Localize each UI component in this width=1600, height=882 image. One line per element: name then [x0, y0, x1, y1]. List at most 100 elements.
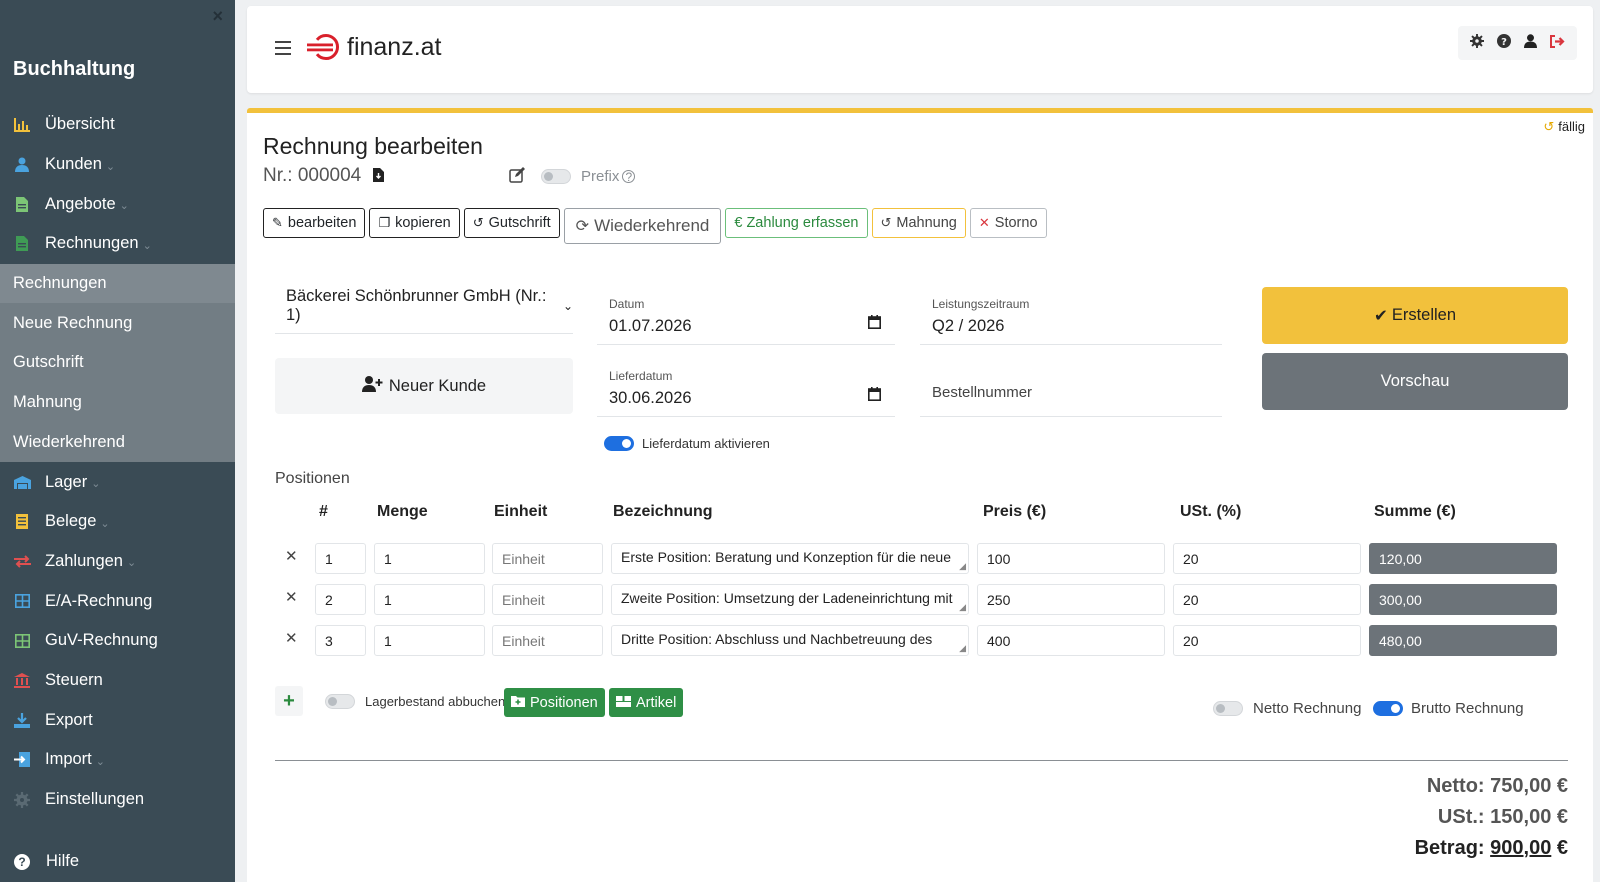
prefix-toggle[interactable] — [541, 169, 571, 184]
calendar-icon[interactable] — [868, 387, 881, 405]
vat-input[interactable]: 20 — [1173, 543, 1361, 574]
sidebar-subitem-mahnung[interactable]: Mahnung — [0, 382, 235, 423]
sidebar-item-zahlungen[interactable]: Zahlungen ⌄ — [0, 542, 235, 582]
sidebar-item-export[interactable]: Export — [0, 700, 235, 740]
sidebar-item-rechnungen[interactable]: Rechnungen ⌄ — [0, 224, 235, 264]
sidebar-item-kunden[interactable]: Kunden ⌄ — [0, 145, 235, 185]
sidebar-item-label: Belege — [45, 512, 97, 531]
recurring-button[interactable]: ⟳ Wiederkehrend — [563, 208, 722, 244]
help-icon[interactable]: ? — [1493, 34, 1515, 52]
positions-button[interactable]: Positionen — [504, 688, 605, 717]
sidebar-item-ea-rechnung[interactable]: E/A-Rechnung — [0, 581, 235, 621]
sidebar-item-label: Rechnungen — [45, 234, 139, 253]
copy-button[interactable]: ❐ kopieren — [369, 208, 460, 238]
date-field[interactable]: Datum 01.07.2026 — [597, 289, 895, 345]
delivery-date-field[interactable]: Lieferdatum 30.06.2026 — [597, 361, 895, 417]
date-label: Datum — [609, 297, 645, 311]
quantity-input[interactable]: 1 — [374, 543, 485, 574]
column-header-price: Preis (€) — [983, 503, 1047, 520]
sidebar-item-angebote[interactable]: Angebote ⌄ — [0, 184, 235, 224]
delivery-date-toggle[interactable] — [604, 436, 634, 451]
remove-row-icon[interactable]: ✕ — [285, 588, 298, 606]
top-header: finanz.at ? — [247, 6, 1593, 93]
resize-handle-icon[interactable]: ◢ — [959, 602, 966, 613]
netto-toggle[interactable] — [1213, 701, 1243, 716]
preview-button[interactable]: Vorschau — [1262, 353, 1568, 410]
calendar-icon[interactable] — [868, 315, 881, 333]
sidebar-item-lager[interactable]: Lager ⌄ — [0, 462, 235, 502]
unit-input[interactable]: Einheit — [492, 625, 603, 656]
vat-input[interactable]: 20 — [1173, 584, 1361, 615]
logo-mark-icon — [307, 33, 339, 61]
copy-label: kopieren — [395, 215, 451, 231]
sidebar-item-uebersicht[interactable]: Übersicht — [0, 105, 235, 145]
create-button[interactable]: ✔ Erstellen — [1262, 287, 1568, 344]
new-customer-button[interactable]: Neuer Kunde — [275, 358, 573, 414]
price-input[interactable]: 250 — [977, 584, 1165, 615]
position-nr-input[interactable]: 2 — [315, 584, 366, 615]
sidebar-item-guv-rechnung[interactable]: GuV-Rechnung — [0, 621, 235, 661]
sidebar-subitem-neue-rechnung[interactable]: Neue Rechnung — [0, 303, 235, 344]
add-position-button[interactable]: + — [275, 686, 303, 716]
position-nr-input[interactable]: 3 — [315, 625, 366, 656]
brutto-toggle[interactable] — [1373, 701, 1403, 716]
sidebar-item-label: Angebote — [45, 194, 116, 213]
remove-row-icon[interactable]: ✕ — [285, 629, 298, 647]
hamburger-menu-icon[interactable] — [275, 41, 291, 55]
pdf-download-icon[interactable] — [373, 167, 385, 185]
cancel-invoice-button[interactable]: ✕ Storno — [969, 208, 1047, 238]
settings-gear-icon[interactable] — [1466, 34, 1488, 52]
remove-row-icon[interactable]: ✕ — [285, 547, 298, 565]
receipt-icon — [12, 513, 32, 531]
description-textarea[interactable]: Dritte Position: Abschluss und Nachbetre… — [611, 625, 969, 656]
sidebar-subitem-gutschrift[interactable]: Gutschrift — [0, 343, 235, 383]
stock-toggle[interactable] — [325, 694, 355, 709]
edit-label: bearbeiten — [287, 215, 357, 231]
undo-icon: ↺ — [472, 215, 484, 230]
sidebar-item-einstellungen[interactable]: Einstellungen — [0, 780, 235, 820]
price-input[interactable]: 400 — [977, 625, 1165, 656]
chevron-down-icon: ⌄ — [126, 557, 137, 570]
credit-note-button[interactable]: ↺ Gutschrift — [463, 208, 560, 238]
edit-button[interactable]: ✎ bearbeiten — [263, 208, 366, 238]
vat-input[interactable]: 20 — [1173, 625, 1361, 656]
articles-button[interactable]: Artikel — [609, 688, 684, 717]
edit-number-icon[interactable] — [509, 167, 526, 188]
logo[interactable]: finanz.at — [305, 32, 442, 62]
stock-toggle-group: Lagerbestand abbuchen — [325, 694, 505, 709]
sidebar-close-icon[interactable]: × — [212, 6, 223, 27]
header-actions: ? — [1458, 26, 1577, 60]
sidebar-item-steuern[interactable]: Steuern — [0, 661, 235, 701]
sidebar-subitem-rechnungen[interactable]: Rechnungen — [0, 263, 235, 304]
position-nr-input[interactable]: 1 — [315, 543, 366, 574]
copy-icon: ❐ — [378, 215, 391, 230]
brutto-label: Brutto Rechnung — [1411, 700, 1524, 717]
quantity-input[interactable]: 1 — [374, 584, 485, 615]
grand-total: Betrag: 900,00 € — [1415, 833, 1568, 864]
unit-input[interactable]: Einheit — [492, 543, 603, 574]
resize-handle-icon[interactable]: ◢ — [959, 561, 966, 572]
price-input[interactable]: 100 — [977, 543, 1165, 574]
record-payment-button[interactable]: € Zahlung erfassen — [725, 208, 868, 238]
customer-select[interactable]: Bäckerei Schönbrunner GmbH (Nr.: 1) ⌄ — [275, 278, 573, 334]
sidebar-subitem-wiederkehrend[interactable]: Wiederkehrend — [0, 422, 235, 463]
service-period-field[interactable]: Leistungszeitraum Q2 / 2026 — [920, 289, 1222, 345]
customer-value: Bäckerei Schönbrunner GmbH (Nr.: 1) — [286, 286, 547, 324]
sidebar-item-label: GuV-Rechnung — [45, 631, 158, 650]
reminder-button[interactable]: ↺ Mahnung — [871, 208, 966, 238]
logout-icon[interactable] — [1547, 34, 1569, 52]
quantity-input[interactable]: 1 — [374, 625, 485, 656]
order-number-input[interactable]: Bestellnummer — [920, 361, 1222, 417]
sidebar-help[interactable]: ? Hilfe — [12, 852, 79, 871]
invoice-icon — [12, 235, 32, 253]
description-textarea[interactable]: Erste Position: Beratung und Konzeption … — [611, 543, 969, 574]
delivery-date-label: Lieferdatum — [609, 369, 673, 383]
invoice-number-text: Nr.: 000004 — [263, 165, 362, 186]
resize-handle-icon[interactable]: ◢ — [959, 643, 966, 654]
sidebar-item-import[interactable]: Import ⌄ — [0, 740, 235, 780]
unit-input[interactable]: Einheit — [492, 584, 603, 615]
sidebar-item-belege[interactable]: Belege ⌄ — [0, 502, 235, 542]
user-profile-icon[interactable] — [1520, 34, 1542, 52]
description-textarea[interactable]: Zweite Position: Umsetzung der Ladeneinr… — [611, 584, 969, 615]
chevron-down-icon: ⌄ — [562, 298, 573, 313]
